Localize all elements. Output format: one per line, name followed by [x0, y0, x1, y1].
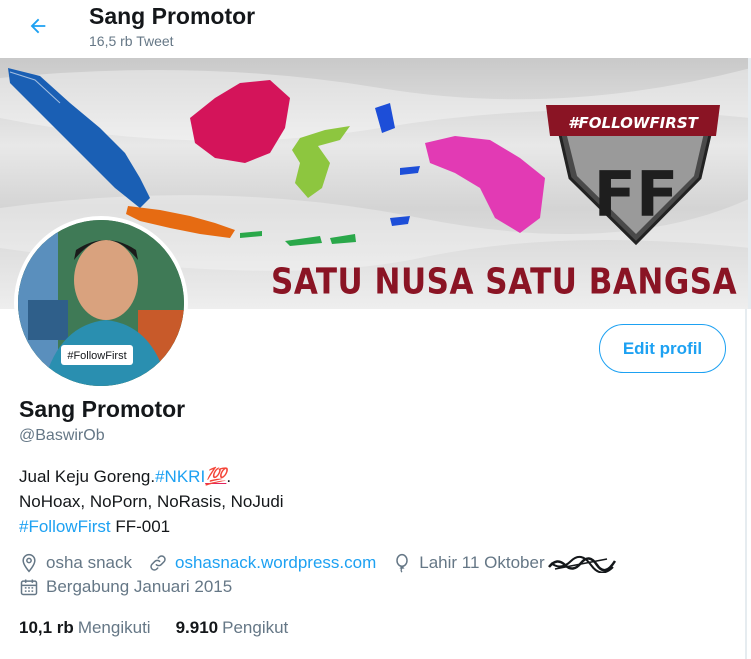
location-text: osha snack	[46, 553, 132, 572]
profile-bio: Jual Keju Goreng.#NKRI💯. NoHoax, NoPorn,…	[19, 464, 284, 539]
bio-line-1: Jual Keju Goreng.#NKRI💯.	[19, 464, 284, 489]
profile-meta-row: osha snack oshasnack.wordpress.com Lahir…	[19, 553, 640, 573]
edit-profile-button[interactable]: Edit profil	[599, 324, 726, 373]
bio-text: Jual Keju Goreng.	[19, 467, 156, 486]
join-date-text: Bergabung Januari 2015	[46, 577, 233, 596]
location-pin-icon	[22, 553, 36, 573]
redaction-scribble	[547, 555, 616, 573]
avatar-photo: #FollowFirst	[18, 220, 184, 386]
link-icon	[150, 555, 166, 571]
website[interactable]: oshasnack.wordpress.com	[148, 553, 376, 573]
map-papua	[425, 136, 545, 233]
following-count: 10,1 rb	[19, 618, 74, 637]
profile-handle: @BaswirOb	[19, 427, 105, 444]
calendar-icon	[20, 579, 38, 596]
follow-stats: 10,1 rb Mengikuti 9.910 Pengikut	[19, 618, 313, 638]
profile-meta-row-joined: Bergabung Januari 2015	[19, 577, 248, 597]
balloon-icon	[396, 553, 409, 573]
join-date: Bergabung Januari 2015	[19, 577, 232, 597]
header-name: Sang Promotor	[89, 3, 256, 29]
following-label: Mengikuti	[77, 618, 151, 637]
arrow-left-icon	[30, 18, 46, 34]
back-button[interactable]	[20, 8, 56, 44]
bio-period: .	[226, 467, 232, 486]
profile-header-bar: Sang Promotor 16,5 rb Tweet	[0, 0, 751, 58]
hashtag-nkri[interactable]: #NKRI	[155, 467, 205, 486]
followers-link[interactable]: 9.910 Pengikut	[176, 618, 289, 638]
tweet-count: 16,5 rb Tweet	[89, 33, 174, 49]
column-divider	[745, 309, 747, 659]
hundred-points-icon: 💯	[205, 467, 227, 486]
location: osha snack	[19, 553, 132, 573]
profile-name: Sang Promotor	[19, 396, 186, 422]
birthday: Lahir 11 Oktober	[392, 553, 623, 573]
following-link[interactable]: 10,1 rb Mengikuti	[19, 618, 151, 638]
website-link[interactable]: oshasnack.wordpress.com	[175, 553, 376, 573]
logo-text: #FOLLOWFIRST	[568, 114, 699, 132]
logo-letters: FF	[594, 158, 679, 231]
birthday-text: Lahir 11 Oktober	[419, 553, 545, 572]
bio-ff-code: FF-001	[110, 517, 171, 536]
avatar[interactable]: #FollowFirst	[14, 216, 188, 390]
followers-label: Pengikut	[222, 618, 289, 637]
followers-count: 9.910	[175, 618, 219, 637]
bio-line-3: #FollowFirst FF-001	[19, 514, 284, 539]
banner-slogan: SATU NUSA SATU BANGSA	[271, 261, 738, 303]
avatar-badge: #FollowFirst	[67, 350, 126, 362]
hashtag-followfirst[interactable]: #FollowFirst	[19, 517, 111, 536]
bio-line-2: NoHoax, NoPorn, NoRasis, NoJudi	[19, 492, 284, 511]
